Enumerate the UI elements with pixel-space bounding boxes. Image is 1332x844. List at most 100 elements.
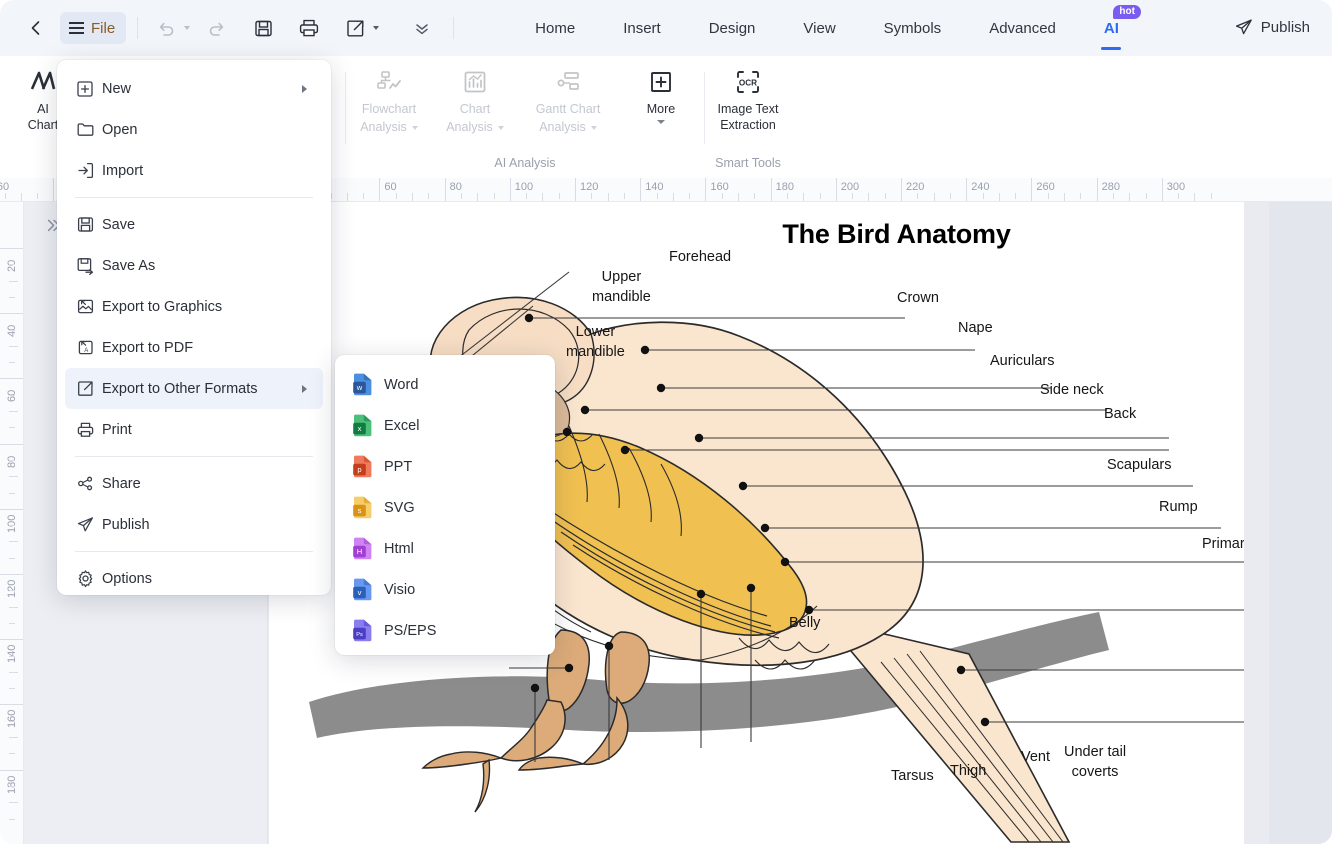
ruler-minor-tick	[9, 623, 15, 624]
chevron-down-icon[interactable]	[591, 126, 597, 130]
tab-label: Symbols	[884, 20, 942, 37]
ruler-minor-tick	[9, 427, 15, 428]
menu-item-label: Print	[102, 422, 132, 438]
tab-design[interactable]: Design	[685, 14, 780, 43]
back-button[interactable]	[14, 6, 58, 50]
ruler-tick-label: 180	[6, 775, 18, 793]
redo-button[interactable]	[200, 11, 234, 45]
menu-item-label: Save	[102, 217, 135, 233]
tab-home[interactable]: Home	[511, 14, 599, 43]
ruler-minor-tick	[9, 476, 18, 477]
ribbon-item-more[interactable]: More	[618, 65, 704, 124]
export-formats-submenu[interactable]: wWordxExcelpPPTsSVGHHtmlvVisioPsPS/EPS	[335, 355, 555, 655]
ruler-tick	[0, 704, 24, 705]
save-button[interactable]	[246, 11, 280, 45]
undo-dropdown-caret[interactable]	[184, 26, 190, 30]
ruler-minor-tick	[9, 525, 15, 526]
menu-item-options[interactable]: Options	[65, 558, 323, 599]
menu-item-save[interactable]: Save	[65, 204, 323, 245]
diagram-label[interactable]: Thigh	[950, 761, 986, 781]
menu-item-import[interactable]: Import	[65, 150, 323, 191]
submenu-arrow-icon	[302, 85, 307, 93]
print-button[interactable]	[292, 11, 326, 45]
file-menu-button[interactable]: File	[60, 12, 126, 44]
tab-insert[interactable]: Insert	[599, 14, 685, 43]
toolbar-divider-2	[453, 17, 454, 39]
diagram-label[interactable]: Belly	[789, 613, 820, 633]
folder-icon	[76, 120, 102, 139]
diagram-label[interactable]: Scapulars	[1107, 455, 1171, 475]
chevron-down-icon[interactable]	[657, 120, 665, 124]
ruler-tick	[1097, 178, 1098, 202]
tab-ai[interactable]: AIhot	[1080, 14, 1143, 43]
diagram-label[interactable]: Forehead	[669, 247, 731, 267]
ribbon-item-image-text-extraction[interactable]: OCRImage Text Extraction	[705, 65, 791, 133]
ruler-tick-label: 100	[515, 181, 533, 193]
diagram-label[interactable]: Rump	[1159, 497, 1198, 517]
export-format-word[interactable]: wWord	[342, 364, 548, 405]
menu-item-publish[interactable]: Publish	[65, 504, 323, 545]
diagram-label[interactable]: Upper mandible	[592, 267, 651, 307]
ribbon-item-flowchart-analysis[interactable]: FlowchartAnalysis	[346, 65, 432, 135]
menu-item-export-to-graphics[interactable]: Export to Graphics	[65, 286, 323, 327]
export-dropdown-caret[interactable]	[373, 26, 379, 30]
menu-item-share[interactable]: Share	[65, 463, 323, 504]
ruler-minor-tick	[363, 193, 364, 199]
menu-item-export-to-other-formats[interactable]: Export to Other Formats	[65, 368, 323, 409]
export-format-ps-eps[interactable]: PsPS/EPS	[342, 610, 548, 651]
ruler-minor-tick	[477, 193, 478, 202]
file-dropdown-menu[interactable]: NewOpenImport Save Save As Export to Graphi…	[57, 60, 331, 595]
menu-item-label: Publish	[102, 517, 150, 533]
ribbon-item-label: AI Chart	[28, 101, 59, 133]
ruler-tick-label: 140	[645, 181, 663, 193]
ruler-minor-tick	[1015, 193, 1016, 199]
menu-item-new[interactable]: New	[65, 68, 323, 109]
menu-item-print[interactable]: Print	[65, 409, 323, 450]
ruler-minor-tick	[9, 558, 15, 559]
diagram-label[interactable]: Tarsus	[891, 766, 934, 786]
export-format-excel[interactable]: xExcel	[342, 405, 548, 446]
export-format-visio[interactable]: vVisio	[342, 569, 548, 610]
export-format-svg[interactable]: sSVG	[342, 487, 548, 528]
menu-item-export-to-pdf[interactable]: AExport to PDF	[65, 327, 323, 368]
ruler-minor-tick	[542, 193, 543, 202]
toolbar-divider	[137, 17, 138, 39]
diagram-label[interactable]: Auriculars	[990, 351, 1054, 371]
publish-button[interactable]: Publish	[1234, 17, 1310, 37]
diagram-label[interactable]: Vent	[1021, 747, 1050, 767]
diagram-editor-window: File	[0, 0, 1332, 844]
diagram-label[interactable]: Side neck	[1040, 380, 1104, 400]
menu-item-open[interactable]: Open	[65, 109, 323, 150]
diagram-label[interactable]: Under tail coverts	[1064, 742, 1126, 782]
diagram-label[interactable]: Lower mandible	[566, 322, 625, 362]
ruler-tick	[0, 248, 24, 249]
ruler-minor-tick	[803, 193, 804, 202]
ruler-tick	[836, 178, 837, 202]
ribbon-item-chart-analysis[interactable]: ChartAnalysis	[432, 65, 518, 135]
export-graphics-icon	[76, 297, 102, 316]
ribbon-item-gantt-chart-analysis[interactable]: Gantt ChartAnalysis	[518, 65, 618, 135]
export-button[interactable]	[338, 11, 372, 45]
svg-text:OCR: OCR	[739, 78, 757, 87]
tab-label: Insert	[623, 20, 661, 37]
chevron-down-icon[interactable]	[498, 126, 504, 130]
menu-item-save-as[interactable]: Save As	[65, 245, 323, 286]
tab-view[interactable]: View	[779, 14, 859, 43]
customize-toolbar-button[interactable]	[405, 11, 439, 45]
diagram-label[interactable]: Back	[1104, 404, 1136, 424]
undo-button[interactable]	[149, 11, 183, 45]
menu-item-label: Export to Graphics	[102, 299, 222, 315]
diagram-label[interactable]: Crown	[897, 288, 939, 308]
chevron-down-icon[interactable]	[412, 126, 418, 130]
tab-symbols[interactable]: Symbols	[860, 14, 966, 43]
ruler-tick-label: 60	[6, 390, 18, 402]
tab-label: Design	[709, 20, 756, 37]
export-format-ppt[interactable]: pPPT	[342, 446, 548, 487]
print-icon	[298, 17, 320, 39]
tab-advanced[interactable]: Advanced	[965, 14, 1080, 43]
export-format-html[interactable]: HHtml	[342, 528, 548, 569]
ruler-minor-tick	[983, 193, 984, 199]
vertical-ruler[interactable]: 20406080100120140160180	[0, 202, 24, 844]
ribbon-group-smart-tools: OCRImage Text ExtractionSmart Tools	[705, 56, 791, 178]
diagram-label[interactable]: Nape	[958, 318, 993, 338]
